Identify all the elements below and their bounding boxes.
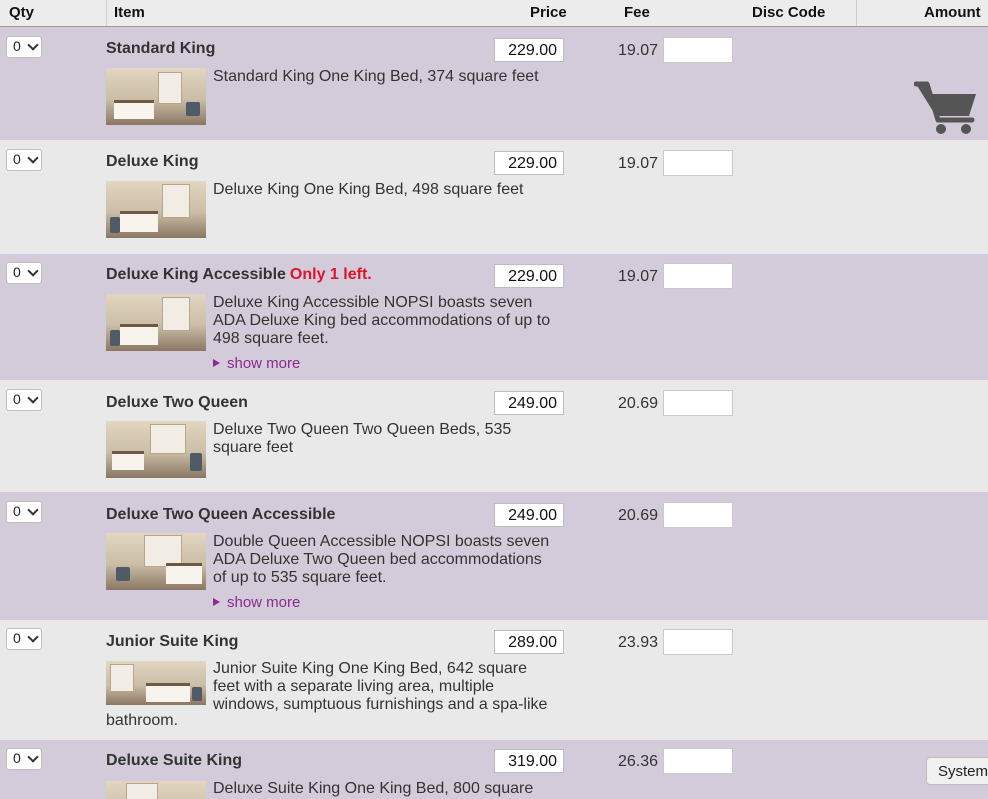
disc-code-input[interactable]: [663, 263, 733, 289]
table-header: Qty Item Price Fee Disc Code Amount: [0, 0, 988, 27]
caret-right-icon: [213, 359, 220, 367]
qty-select[interactable]: 0: [6, 501, 42, 523]
room-name: Deluxe Suite King: [106, 752, 243, 769]
column-header-disc-code: Disc Code: [752, 4, 826, 21]
qty-select[interactable]: 0: [6, 628, 42, 650]
chevron-down-icon: [27, 392, 39, 404]
availability-notice: Only 1 left.: [289, 266, 372, 283]
qty-select[interactable]: 0: [6, 36, 42, 58]
qty-value: 0: [13, 750, 21, 766]
disc-code-input[interactable]: [663, 629, 733, 655]
room-name-text: Deluxe King Accessible: [106, 266, 286, 283]
price-field[interactable]: 229.00: [494, 264, 564, 288]
room-photo[interactable]: [106, 781, 206, 799]
column-divider: [856, 0, 857, 26]
price-field[interactable]: 289.00: [494, 630, 564, 654]
room-description: Deluxe King One King Bed, 498 square fee…: [213, 181, 524, 198]
room-photo[interactable]: [106, 181, 206, 238]
disc-code-input[interactable]: [663, 37, 733, 63]
chevron-down-icon: [27, 265, 39, 277]
room-description: Deluxe Two Queen Two Queen Beds, 535 squ…: [213, 421, 512, 456]
column-header-price: Price: [530, 4, 567, 21]
chevron-down-icon: [27, 751, 39, 763]
show-more-link[interactable]: show more: [213, 355, 300, 372]
disc-code-input[interactable]: [663, 390, 733, 416]
qty-value: 0: [13, 151, 21, 167]
shopping-cart-icon[interactable]: [914, 80, 978, 136]
chevron-down-icon: [27, 631, 39, 643]
room-row-deluxe-two-queen-accessible: 0 Deluxe Two Queen Accessible 249.00 20.…: [0, 492, 988, 620]
room-name: Standard King: [106, 40, 216, 57]
qty-value: 0: [13, 503, 21, 519]
price-field[interactable]: 229.00: [494, 38, 564, 62]
price-field[interactable]: 249.00: [494, 391, 564, 415]
room-description: Deluxe King Accessible NOPSI boasts seve…: [213, 294, 551, 347]
disc-code-input[interactable]: [663, 150, 733, 176]
price-field[interactable]: 319.00: [494, 749, 564, 773]
fee-value: 20.69: [618, 395, 659, 412]
room-description: Standard King One King Bed, 374 square f…: [213, 68, 539, 85]
fee-value: 19.07: [618, 155, 659, 172]
room-description-line: feet with a separate living area, multip…: [213, 678, 495, 695]
system-button[interactable]: System: [926, 757, 988, 785]
room-photo[interactable]: [106, 68, 206, 125]
room-name: Deluxe Two Queen: [106, 394, 248, 411]
qty-select[interactable]: 0: [6, 149, 42, 171]
room-photo[interactable]: [106, 533, 206, 590]
fee-value: 19.07: [618, 268, 659, 285]
room-photo[interactable]: [106, 294, 206, 351]
show-more-label: show more: [227, 355, 301, 372]
room-description-line: bathroom.: [106, 712, 179, 729]
room-row-junior-suite-king: 0 Junior Suite King 289.00 23.93 Junior …: [0, 620, 988, 740]
qty-value: 0: [13, 630, 21, 646]
room-row-standard-king: 0 Standard King 229.00 19.07 Standard Ki…: [0, 27, 988, 140]
chevron-down-icon: [27, 39, 39, 51]
room-name: Junior Suite King: [106, 633, 239, 650]
fee-value: 23.93: [618, 634, 659, 651]
room-description: Double Queen Accessible NOPSI boasts sev…: [213, 533, 550, 586]
column-header-item: Item: [114, 4, 145, 21]
fee-value: 20.69: [618, 507, 659, 524]
qty-value: 0: [13, 38, 21, 54]
room-photo[interactable]: [106, 421, 206, 478]
room-name: Deluxe King Accessible Only 1 left.: [106, 266, 372, 284]
room-row-deluxe-king: 0 Deluxe King 229.00 19.07 Deluxe King O…: [0, 140, 988, 254]
fee-value: 26.36: [618, 753, 659, 770]
chevron-down-icon: [27, 504, 39, 516]
show-more-label: show more: [227, 594, 301, 611]
room-name: Deluxe Two Queen Accessible: [106, 506, 336, 523]
caret-right-icon: [213, 598, 220, 606]
price-field[interactable]: 229.00: [494, 151, 564, 175]
qty-select[interactable]: 0: [6, 389, 42, 411]
room-description-line: Junior Suite King One King Bed, 642 squa…: [213, 660, 527, 677]
room-row-deluxe-two-queen: 0 Deluxe Two Queen 249.00 20.69 Deluxe T…: [0, 380, 988, 492]
disc-code-input[interactable]: [663, 748, 733, 774]
column-header-qty: Qty: [9, 4, 35, 21]
room-row-deluxe-suite-king: 0 Deluxe Suite King 319.00 26.36 Deluxe …: [0, 740, 988, 799]
fee-value: 19.07: [618, 42, 659, 59]
room-description: Deluxe Suite King One King Bed, 800 squa…: [213, 780, 534, 797]
show-more-link[interactable]: show more: [213, 594, 300, 611]
qty-select[interactable]: 0: [6, 262, 42, 284]
chevron-down-icon: [27, 152, 39, 164]
room-photo[interactable]: [106, 661, 206, 705]
price-field[interactable]: 249.00: [494, 503, 564, 527]
qty-select[interactable]: 0: [6, 748, 42, 770]
column-header-fee: Fee: [624, 4, 650, 21]
column-divider: [106, 0, 107, 26]
room-name: Deluxe King: [106, 153, 199, 170]
disc-code-input[interactable]: [663, 502, 733, 528]
qty-value: 0: [13, 264, 21, 280]
room-row-deluxe-king-accessible: 0 Deluxe King Accessible Only 1 left. 229…: [0, 254, 988, 380]
column-header-amount: Amount: [924, 4, 981, 21]
qty-value: 0: [13, 391, 21, 407]
